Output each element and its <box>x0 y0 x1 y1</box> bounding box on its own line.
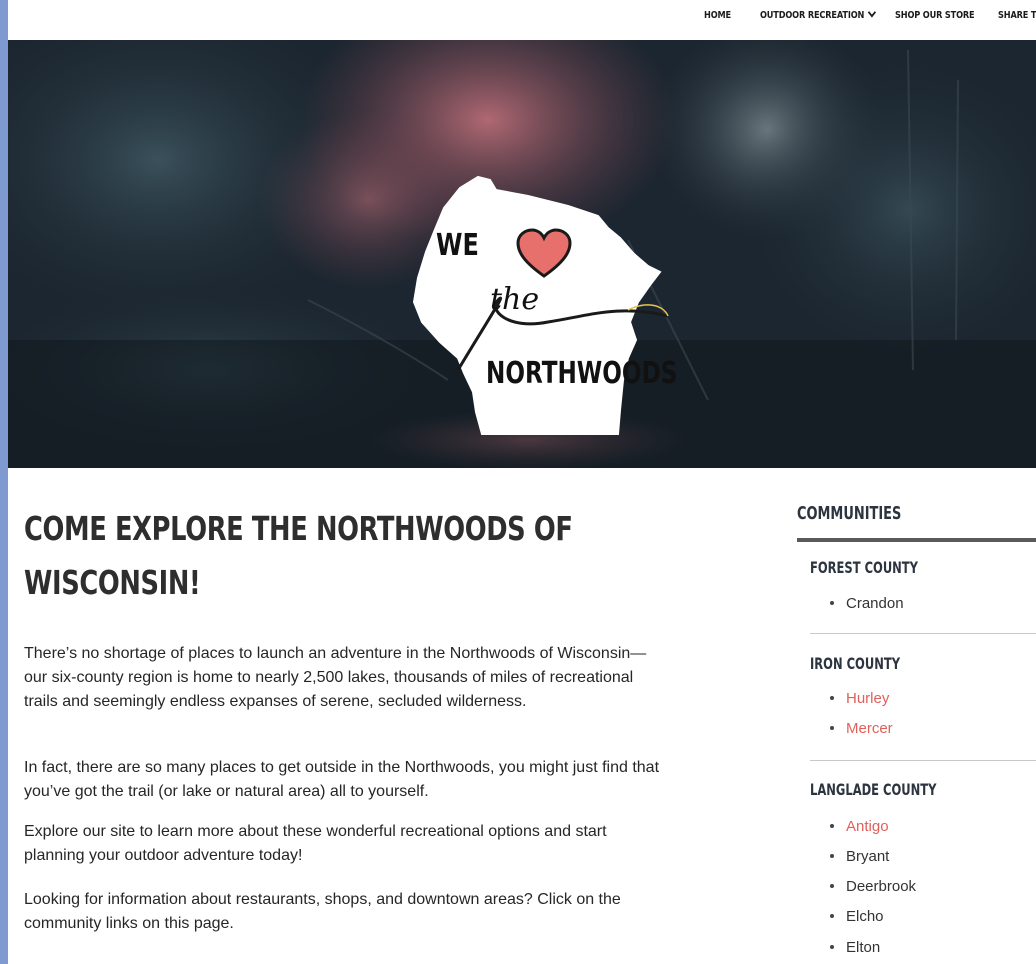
community-links-paragraph: Looking for information about restaurant… <box>24 891 621 932</box>
we-the-northwoods-logo: WE the NORTHWOODS <box>428 220 688 400</box>
town-label: Bryant <box>846 848 890 865</box>
intro-paragraph: There’s no shortage of places to launch … <box>24 645 647 710</box>
sidebar-title-rule <box>797 538 1036 542</box>
county-divider <box>810 633 1036 634</box>
page-title: COME EXPLORE THE NORTHWOODS OF WISCONSIN… <box>24 502 617 610</box>
town-link-hurley[interactable]: Hurley <box>830 690 889 707</box>
bullet-icon <box>830 884 834 888</box>
town-label: Crandon <box>846 595 904 612</box>
town-label: Hurley <box>846 690 890 707</box>
town-link-mercer[interactable]: Mercer <box>830 720 893 737</box>
town-item-deerbrook[interactable]: Deerbrook <box>830 878 916 895</box>
top-nav: HOME OUTDOOR RECREATION SHOP OUR STORE S… <box>8 0 1036 40</box>
town-item-bryant[interactable]: Bryant <box>830 848 889 865</box>
nav-outdoor-recreation-link[interactable]: OUTDOOR RECREATION <box>760 7 877 21</box>
logo-the-text: the <box>490 282 540 317</box>
page-title-line2: WISCONSIN! <box>24 563 201 602</box>
bullet-icon <box>830 914 834 918</box>
chevron-down-icon <box>867 7 877 18</box>
bullet-icon <box>830 945 834 949</box>
nav-share-link[interactable]: SHARE T <box>998 10 1036 21</box>
town-label: Deerbrook <box>846 878 917 895</box>
explore-paragraph: Explore our site to learn more about the… <box>24 823 607 864</box>
town-link-antigo[interactable]: Antigo <box>830 818 889 835</box>
nav-home-link[interactable]: HOME <box>704 10 731 21</box>
town-label: Antigo <box>846 818 889 835</box>
bullet-icon <box>830 726 834 730</box>
town-item-elton[interactable]: Elton <box>830 939 880 956</box>
town-label: Mercer <box>846 720 893 737</box>
bullet-icon <box>830 696 834 700</box>
sidebar-title: COMMUNITIES <box>797 503 902 524</box>
town-label: Elcho <box>846 908 884 925</box>
bullet-icon <box>830 601 834 605</box>
hero-banner: WE the NORTHWOODS <box>8 40 1036 468</box>
page-title-line1: COME EXPLORE THE NORTHWOODS OF <box>24 509 573 548</box>
town-item-crandon[interactable]: Crandon <box>830 595 904 612</box>
logo-we-text: WE <box>436 228 479 263</box>
town-label: Elton <box>846 939 881 956</box>
logo-northwoods-text: NORTHWOODS <box>486 356 678 391</box>
county-heading-langlade: LANGLADE COUNTY <box>810 780 937 799</box>
county-divider <box>810 760 1036 761</box>
outside-paragraph: In fact, there are so many places to get… <box>24 759 660 800</box>
bullet-icon <box>830 824 834 828</box>
county-heading-forest: FOREST COUNTY <box>810 558 919 577</box>
page: HOME OUTDOOR RECREATION SHOP OUR STORE S… <box>8 0 1036 964</box>
bullet-icon <box>830 854 834 858</box>
nav-shop-store-link[interactable]: SHOP OUR STORE <box>895 10 975 21</box>
town-item-elcho[interactable]: Elcho <box>830 908 884 925</box>
nav-outdoor-recreation-label: OUTDOOR RECREATION <box>760 10 865 21</box>
county-heading-iron: IRON COUNTY <box>810 654 901 673</box>
